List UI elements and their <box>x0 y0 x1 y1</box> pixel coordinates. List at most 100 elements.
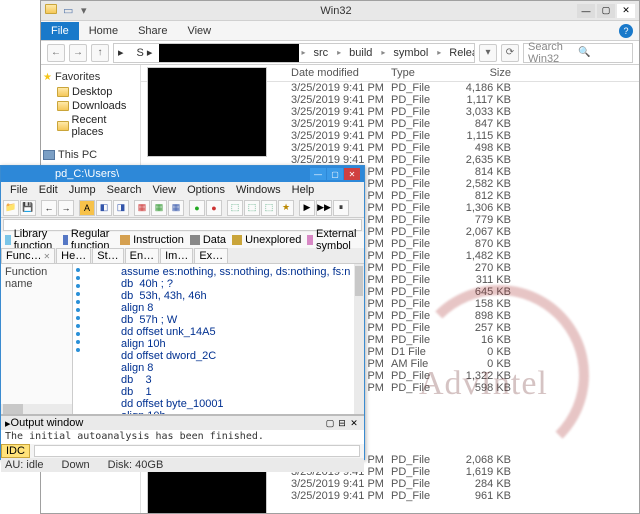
close-button[interactable]: ✕ <box>617 4 635 18</box>
tab-enums[interactable]: En… <box>125 248 159 263</box>
legend-data[interactable]: Data <box>190 234 226 246</box>
tree-item-desktop[interactable]: Desktop <box>43 85 138 99</box>
tree-favorites[interactable]: ★Favorites <box>43 69 138 85</box>
tab-functions[interactable]: Func…✕ <box>1 248 55 263</box>
scrollbar-horizontal[interactable] <box>1 404 72 414</box>
tab-view[interactable]: View <box>177 22 221 40</box>
maximize-button[interactable]: ▢ <box>597 4 615 18</box>
ida-toolbar: 📁 💾 ← → A ◧ ◨ ▦ ▦ ▦ ● ● ⬚ ⬚ ⬚ ★ ▶ ▶▶ ⏸ <box>1 198 364 218</box>
disasm-line[interactable]: align 8 <box>121 302 360 314</box>
breadcrumb-seg[interactable]: src <box>307 47 335 59</box>
disassembly-view[interactable]: assume es:nothing, ss:nothing, ds:nothin… <box>73 264 364 414</box>
dropdown-icon[interactable]: ▾ <box>81 4 95 18</box>
step-button[interactable]: ⏸ <box>333 200 349 216</box>
disasm-line[interactable]: db 57h ; W <box>121 314 360 326</box>
col-type[interactable]: Type <box>391 67 451 79</box>
legend-unexplored[interactable]: Unexplored <box>232 234 301 246</box>
refresh-button[interactable]: ⟳ <box>501 44 519 62</box>
menu-jump[interactable]: Jump <box>64 184 101 196</box>
menu-search[interactable]: Search <box>102 184 147 196</box>
up-button[interactable]: ↑ <box>91 44 109 62</box>
breadcrumb[interactable]: ▸ S ▸ ▸ src ▸ build ▸ symbol ▸ Release ▸… <box>113 43 475 63</box>
menu-edit[interactable]: Edit <box>34 184 63 196</box>
tool-button[interactable]: ◧ <box>96 200 112 216</box>
pin-button[interactable]: ⊟ <box>336 418 348 429</box>
tab-home[interactable]: Home <box>79 22 128 40</box>
breadcrumb-dropdown[interactable]: ▾ <box>479 44 497 62</box>
tool-button[interactable]: A <box>79 200 95 216</box>
step-button[interactable]: ▶ <box>299 200 315 216</box>
disasm-line[interactable]: dd offset dword_2C <box>121 350 360 362</box>
tab-share[interactable]: Share <box>128 22 177 40</box>
help-icon[interactable]: ? <box>619 24 633 38</box>
chevron-right-icon: ▸ <box>299 48 307 57</box>
legend-external[interactable]: External symbol <box>307 228 360 252</box>
tool-button[interactable]: ⬚ <box>227 200 243 216</box>
minimize-button[interactable]: — <box>310 168 326 180</box>
tab-imports[interactable]: Im… <box>160 248 193 263</box>
breadcrumb-seg[interactable]: build <box>343 47 379 59</box>
disasm-line[interactable]: align 10h <box>121 338 360 350</box>
menu-view[interactable]: View <box>147 184 181 196</box>
dock-button[interactable]: ▢ <box>324 418 336 429</box>
disasm-line[interactable]: db 1 <box>121 386 360 398</box>
tool-button[interactable]: ★ <box>278 200 294 216</box>
functions-pane: Function name <box>1 264 73 414</box>
tool-button[interactable]: ◨ <box>113 200 129 216</box>
col-date[interactable]: Date modified <box>291 67 391 79</box>
col-size[interactable]: Size <box>451 67 521 79</box>
open-button[interactable]: 📁 <box>3 200 19 216</box>
maximize-button[interactable]: ▢ <box>327 168 343 180</box>
breadcrumb-seg[interactable]: symbol <box>387 47 435 59</box>
menu-help[interactable]: Help <box>287 184 320 196</box>
ida-menubar: File Edit Jump Search View Options Windo… <box>1 182 364 198</box>
disasm-line[interactable]: assume es:nothing, ss:nothing, ds:nothin… <box>121 266 360 278</box>
tree-thispc[interactable]: This PC <box>43 147 138 163</box>
tree-item-recent[interactable]: Recent places <box>43 113 138 139</box>
chevron-right-icon: ▸ <box>435 48 443 57</box>
close-button[interactable]: ✕ <box>344 168 360 180</box>
tool-button[interactable]: ▦ <box>168 200 184 216</box>
tab-exports[interactable]: Ex… <box>194 248 228 263</box>
properties-icon[interactable]: ▭ <box>63 4 77 18</box>
tab-hex[interactable]: He… <box>56 248 91 263</box>
scrollbar-vertical[interactable] <box>354 264 364 414</box>
disasm-line[interactable]: db 40h ; ? <box>121 278 360 290</box>
run-button[interactable]: ● <box>189 200 205 216</box>
save-button[interactable]: 💾 <box>20 200 36 216</box>
menu-options[interactable]: Options <box>182 184 230 196</box>
tool-button[interactable]: ⬚ <box>244 200 260 216</box>
idc-label: IDC <box>1 444 30 458</box>
legend-instruction[interactable]: Instruction <box>120 234 184 246</box>
disasm-line[interactable]: db 3 <box>121 374 360 386</box>
back-button[interactable]: ← <box>41 200 57 216</box>
step-button[interactable]: ▶▶ <box>316 200 332 216</box>
minimize-button[interactable]: — <box>577 4 595 18</box>
forward-button[interactable]: → <box>69 44 87 62</box>
fwd-button[interactable]: → <box>58 200 74 216</box>
disasm-line[interactable]: align 8 <box>121 362 360 374</box>
disasm-line[interactable]: dd offset unk_14A5 <box>121 326 360 338</box>
breadcrumb-seg[interactable]: Release <box>443 47 475 59</box>
tree-item-downloads[interactable]: Downloads <box>43 99 138 113</box>
tool-button[interactable]: ⬚ <box>261 200 277 216</box>
close-icon[interactable]: ✕ <box>348 418 360 429</box>
idc-input[interactable] <box>34 445 360 457</box>
stop-button[interactable]: ● <box>206 200 222 216</box>
titlebar: ▭ ▾ Win32 — ▢ ✕ <box>41 1 639 21</box>
search-input[interactable]: Search Win32 🔍 <box>523 43 633 63</box>
tool-button[interactable]: ▦ <box>151 200 167 216</box>
breadcrumb-drive[interactable]: S ▸ <box>131 46 160 59</box>
menu-windows[interactable]: Windows <box>231 184 286 196</box>
disasm-line[interactable]: align 10h <box>121 410 360 414</box>
disasm-line[interactable]: dd offset byte_10001 <box>121 398 360 410</box>
close-icon[interactable]: ✕ <box>43 252 50 261</box>
disasm-line[interactable]: db 53h, 43h, 46h <box>121 290 360 302</box>
back-button[interactable]: ← <box>47 44 65 62</box>
output-title: Output window <box>11 417 324 429</box>
menu-file[interactable]: File <box>5 184 33 196</box>
tool-button[interactable]: ▦ <box>134 200 150 216</box>
breakpoint-gutter[interactable] <box>73 264 83 414</box>
tab-strings[interactable]: St… <box>92 248 123 263</box>
tab-file[interactable]: File <box>41 22 79 40</box>
